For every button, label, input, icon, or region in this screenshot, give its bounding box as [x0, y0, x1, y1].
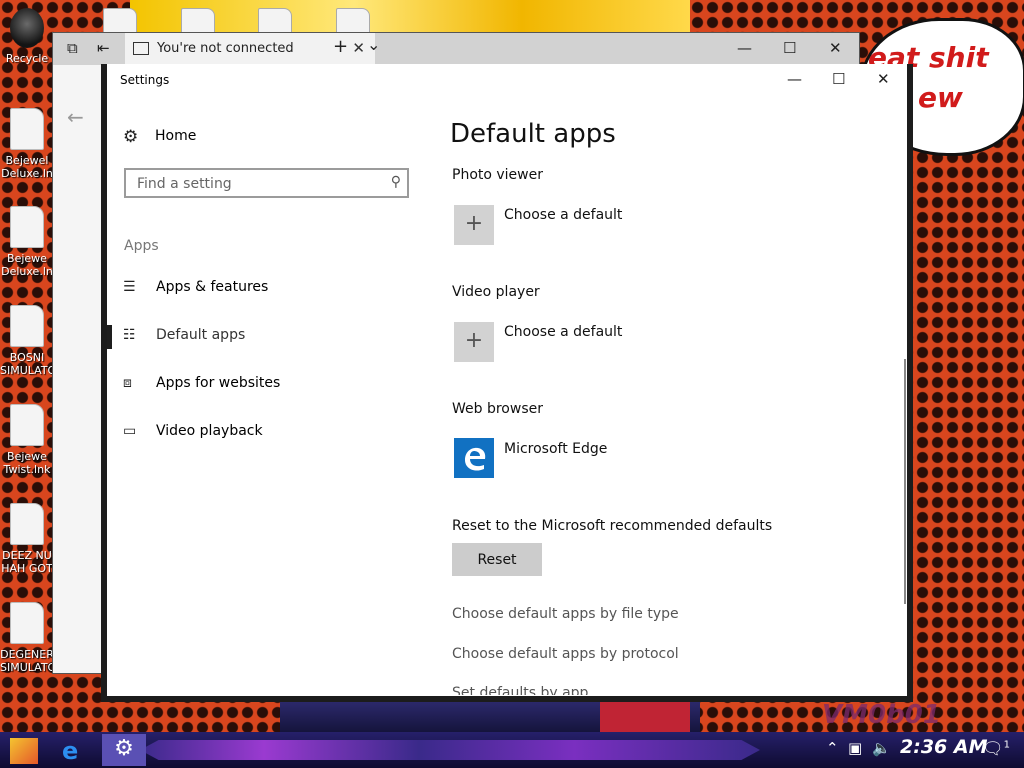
desktop-icon-shortcut[interactable]: Bejewe Twist.lnk [0, 404, 54, 476]
tab-preview-icon[interactable]: ⧉ [67, 39, 78, 57]
desktop-icon-label: Bejewe Twist.lnk [3, 450, 51, 476]
tab-list-chevron-icon[interactable]: ⌄ [367, 35, 380, 54]
settings-maximize-button[interactable]: ☐ [832, 70, 845, 88]
taskbar [0, 732, 1024, 768]
nav-item-default-apps[interactable]: ☷ Default apps [107, 317, 407, 357]
edge-side-area: ← [53, 65, 108, 673]
edge-close-button[interactable]: ✕ [829, 39, 842, 57]
reset-button[interactable]: Reset [452, 543, 542, 576]
plus-icon[interactable]: + [454, 205, 494, 245]
edge-tab-bar: ⧉ ⇤ You're not connected ✕ + ⌄ — ☐ ✕ [53, 33, 859, 65]
edge-taskbar-icon[interactable]: e [62, 737, 78, 765]
start-button-icon[interactable] [10, 738, 38, 764]
plus-icon[interactable]: + [454, 322, 494, 362]
nav-item-apps-for-websites[interactable]: ⧈ Apps for websites [107, 365, 407, 405]
category-video-player: Video player [452, 284, 540, 300]
default-apps-icon: ☷ [123, 327, 136, 343]
settings-search-box[interactable]: ⚲ [124, 168, 409, 198]
edge-tab-title: You're not connected [157, 41, 294, 56]
network-icon[interactable]: ▣ [848, 739, 862, 757]
nav-item-label: Video playback [156, 423, 263, 439]
settings-close-button[interactable]: ✕ [877, 70, 890, 88]
desktop-icon-shortcut[interactable]: DEGENER SIMULATOR... [0, 602, 74, 674]
desktop-icon-shortcut[interactable]: BOSNI SIMULATO [0, 305, 57, 377]
tray-chevron-up-icon[interactable]: ⌃ [826, 739, 839, 757]
desktop-icon-label: Recycle [5, 52, 49, 65]
link-set-defaults-by-app[interactable]: Set defaults by app [452, 685, 588, 695]
active-indicator [107, 325, 112, 349]
settings-content: Settings — ☐ ✕ ⚙ Home ⚲ Apps ☰ Apps & fe… [107, 64, 907, 696]
settings-window: Settings — ☐ ✕ ⚙ Home ⚲ Apps ☰ Apps & fe… [101, 64, 913, 702]
nav-section-label: Apps [124, 238, 159, 254]
nav-item-label: Apps for websites [156, 375, 281, 391]
desktop-icon-label: DEEZ NU HAH GOT [1, 549, 53, 575]
page-title: Default apps [450, 119, 616, 149]
desktop-icon-shortcut[interactable]: DEEZ NU HAH GOT [0, 503, 54, 575]
wallpaper-watermark: VM0b01 [822, 700, 941, 730]
settings-taskbar-icon[interactable]: ⚙ [102, 734, 146, 766]
settings-window-title: Settings [120, 73, 170, 87]
set-tabs-aside-icon[interactable]: ⇤ [97, 39, 110, 57]
file-icon [10, 602, 44, 644]
edge-icon[interactable] [454, 438, 494, 478]
file-icon [10, 206, 44, 248]
gear-icon: ⚙ [123, 127, 139, 147]
desktop-icon-recycle-bin[interactable]: Recycle [0, 8, 54, 65]
tab-close-icon[interactable]: ✕ [352, 39, 365, 57]
link-default-apps-by-file-type[interactable]: Choose default apps by file type [452, 606, 679, 622]
category-web-browser: Web browser [452, 401, 543, 417]
search-icon[interactable]: ⚲ [391, 174, 401, 190]
photo-viewer-choose-default[interactable]: Choose a default [504, 207, 622, 223]
page-icon [133, 42, 149, 55]
video-icon: ▭ [123, 423, 137, 439]
notification-count: 1 [1003, 739, 1010, 751]
category-photo-viewer: Photo viewer [452, 167, 543, 183]
desktop-icon-shortcut[interactable]: Bejewe Deluxe.ln [0, 206, 54, 278]
scrollbar[interactable] [904, 359, 906, 604]
recycle-bin-icon [10, 8, 44, 48]
settings-minimize-button[interactable]: — [787, 70, 802, 88]
edge-maximize-button[interactable]: ☐ [783, 39, 796, 57]
taskbar-decoration [140, 740, 760, 760]
video-player-choose-default[interactable]: Choose a default [504, 324, 622, 340]
nav-item-label: Apps & features [156, 279, 269, 295]
desktop-icon-label: Bejewel Deluxe.ln [1, 154, 53, 180]
nav-item-apps-features[interactable]: ☰ Apps & features [107, 269, 407, 309]
file-icon [10, 404, 44, 446]
file-icon [10, 305, 44, 347]
taskbar-clock[interactable]: 2:36 AM [900, 736, 988, 758]
search-input[interactable] [135, 171, 379, 197]
link-default-apps-by-protocol[interactable]: Choose default apps by protocol [452, 646, 679, 662]
desktop-icon-label: BOSNI SIMULATO [0, 351, 57, 377]
notification-icon[interactable]: 🗨1 [982, 739, 1010, 759]
volume-icon[interactable]: 🔈 [872, 739, 891, 757]
new-tab-button[interactable]: + [333, 36, 348, 57]
desktop-icon-shortcut[interactable]: Bejewel Deluxe.ln [0, 108, 54, 180]
back-arrow-icon[interactable]: ← [67, 105, 84, 129]
nav-item-video-playback[interactable]: ▭ Video playback [107, 413, 407, 453]
file-icon [10, 503, 44, 545]
desktop-icon-label: DEGENER SIMULATOR... [0, 648, 74, 674]
wallpaper-red-bar [600, 700, 690, 732]
edge-minimize-button[interactable]: — [737, 39, 752, 57]
apps-for-websites-icon: ⧈ [123, 375, 132, 391]
nav-item-label: Default apps [156, 327, 246, 343]
nav-home-link[interactable]: Home [155, 128, 196, 144]
list-icon: ☰ [123, 279, 136, 295]
web-browser-app-name[interactable]: Microsoft Edge [504, 441, 607, 457]
desktop-icon-label: Bejewe Deluxe.ln [1, 252, 53, 278]
file-icon [10, 108, 44, 150]
reset-label: Reset to the Microsoft recommended defau… [452, 518, 773, 534]
